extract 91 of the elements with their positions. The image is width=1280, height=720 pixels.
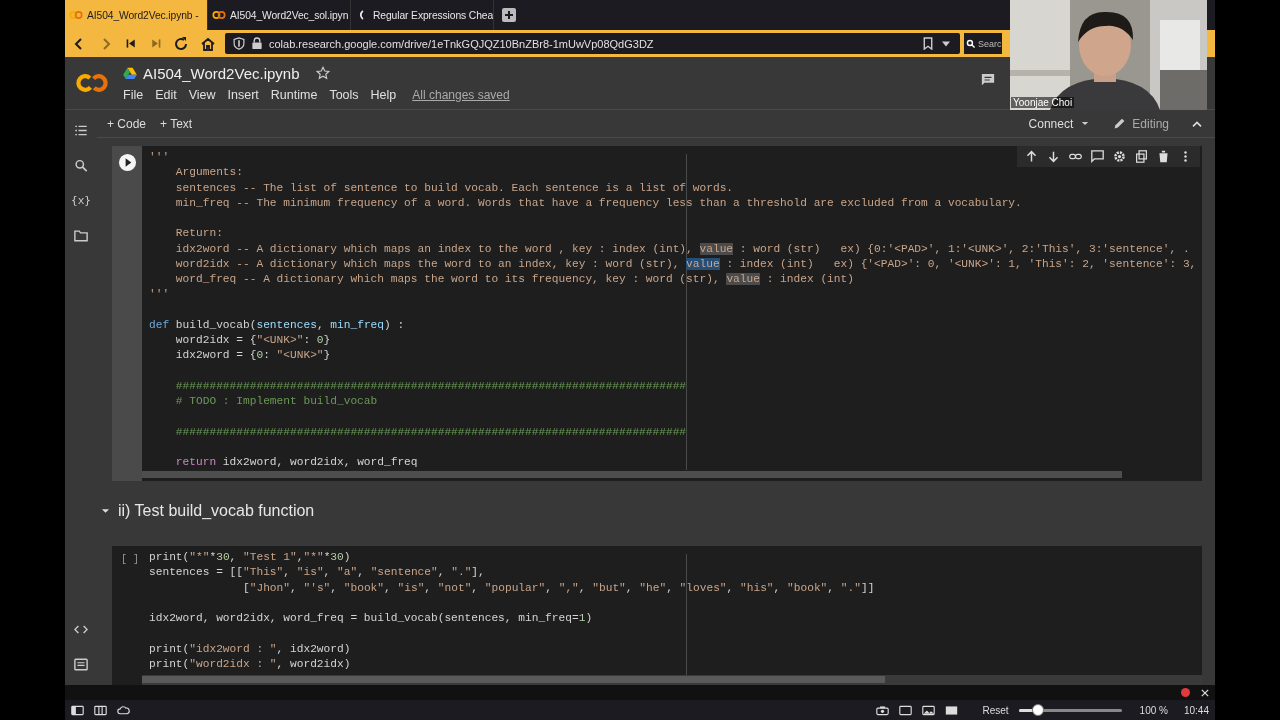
- code-cell[interactable]: [112, 546, 1202, 685]
- reload-icon[interactable]: [173, 35, 189, 52]
- code-line: idx2word = {0: "<UNK>"}: [174, 348, 331, 364]
- terminal-icon[interactable]: [74, 658, 88, 671]
- code-line: ''': [149, 150, 170, 165]
- menu-item[interactable]: Edit: [155, 87, 183, 102]
- comment-icon[interactable]: [981, 73, 995, 87]
- section-heading: ii) Test build_vocab function: [118, 501, 315, 520]
- menu-item[interactable]: View: [188, 87, 222, 102]
- code-line: min_freq -- The minimum frequency of a word. Words that have a frequency less than a threshold are excluded from a vocabulary.: [174, 195, 1022, 211]
- home-icon[interactable]: [200, 35, 216, 52]
- close-icon[interactable]: [1201, 688, 1209, 697]
- skip-forward-icon[interactable]: [149, 37, 162, 50]
- camera-icon[interactable]: [876, 704, 890, 716]
- mirror-cell-icon[interactable]: [1135, 150, 1148, 163]
- pencil-icon: [1113, 117, 1127, 130]
- code-line: ["Jhon", "'s", "book", "is", "not", "popular", ",", "but", "he", "loves", "his", "book", "."]]: [242, 580, 875, 596]
- code-line: word_freq -- A dictionary which maps the word to its frequency, key : word (str), value : index (int): [174, 272, 854, 287]
- search-icon[interactable]: [74, 159, 88, 172]
- sidebar-panel-icon[interactable]: [71, 704, 84, 716]
- menu-item[interactable]: Help: [370, 87, 403, 102]
- menu-item[interactable]: Insert: [227, 87, 265, 102]
- horizontal-scrollbar[interactable]: [142, 676, 885, 683]
- window-icon[interactable]: [899, 704, 913, 716]
- code-icon[interactable]: [74, 623, 88, 636]
- new-tab-icon[interactable]: [502, 8, 516, 22]
- reset-zoom-button[interactable]: Reset: [982, 704, 1009, 716]
- save-status-link[interactable]: All changes saved: [412, 87, 510, 102]
- code-line: ############################################################################: [174, 424, 687, 440]
- run-button[interactable]: [117, 153, 137, 172]
- colab-logo-icon: [212, 10, 226, 20]
- code-line: word2idx = {"<UNK>": 0}: [174, 333, 331, 348]
- menu-item[interactable]: Tools: [329, 87, 365, 102]
- collapse-caret-icon[interactable]: [101, 507, 110, 514]
- star-icon[interactable]: [315, 66, 330, 80]
- zoom-level: 100 %: [1139, 704, 1168, 716]
- variables-button[interactable]: {x}: [71, 194, 91, 207]
- add-cell-button[interactable]: + Code: [107, 116, 147, 131]
- code-line: Arguments:: [174, 165, 243, 181]
- move-up-icon[interactable]: [1025, 150, 1038, 163]
- code-line: return idx2word, word2idx, word_freq: [174, 455, 418, 470]
- code-line: ''': [149, 287, 170, 303]
- bookmark-icon[interactable]: [922, 37, 934, 50]
- colab-logo-icon[interactable]: [75, 72, 109, 94]
- code-line: sentences = [["This", "is", "a", "sentence", "."],: [149, 565, 485, 581]
- collapse-icon[interactable]: [1191, 119, 1203, 128]
- horizontal-scrollbar[interactable]: [142, 471, 1122, 478]
- editing-status[interactable]: Editing: [1132, 116, 1169, 131]
- clock: 10:44: [1183, 704, 1209, 716]
- connect-button[interactable]: Connect: [1028, 116, 1074, 131]
- fullscreen-icon[interactable]: [945, 704, 959, 716]
- address-bar[interactable]: colab.research.google.com/drive/1eTnkGQJQZ10BnZBr8-1mUwVp08QdG3DZ: [225, 33, 960, 54]
- code-line: idx2word -- A dictionary which maps an index to the word , key : index (int), value : word (str) ex) {0:'<PAD>', 1:'<UNK>', 2:'This', 3:'sentence', .: [174, 241, 1190, 257]
- notebook-title[interactable]: AI504_Word2Vec.ipynb: [143, 64, 300, 82]
- caret-icon[interactable]: [1081, 121, 1090, 126]
- code-cell[interactable]: [112, 146, 1202, 481]
- code-line: word2idx -- A dictionary which maps the word to an index, key : word (str), value : index (int) ex) {'<PAD>': 0, '<UNK>': 1, 'This': 2, 'sentence': 3,: [174, 256, 1197, 272]
- code-line: def build_vocab(sentences, min_freq) :: [149, 317, 405, 333]
- menu-item[interactable]: File: [123, 87, 150, 102]
- table-of-contents-icon[interactable]: [74, 124, 88, 137]
- browser-tab[interactable]: AI504_Word2Vec.ipynb -: [65, 0, 208, 30]
- code-line: print("idx2word : ", idx2word): [149, 641, 351, 657]
- colab-logo-icon: [69, 10, 83, 20]
- code-line: print("word2idx : ", word2idx): [149, 656, 351, 672]
- drive-icon: [123, 67, 137, 79]
- code-line: # TODO : Implement build_vocab: [174, 394, 378, 409]
- image-icon[interactable]: [922, 704, 936, 716]
- code-line: sentences -- The list of sentence to build vocab. Each sentence is a list of words.: [174, 180, 734, 196]
- recording-dot-icon: [1181, 688, 1190, 697]
- settings-icon[interactable]: [1113, 150, 1126, 163]
- add-cell-button[interactable]: + Text: [160, 116, 193, 131]
- slider-thumb[interactable]: [1032, 703, 1045, 716]
- execution-count[interactable]: [ ]: [121, 554, 139, 566]
- code-line: ############################################################################: [174, 378, 687, 394]
- code-line: print("*"*30, "Test 1","*"*30): [149, 550, 351, 565]
- comment-icon[interactable]: [1091, 150, 1104, 163]
- menu-item[interactable]: Runtime: [270, 87, 324, 102]
- delete-icon[interactable]: [1157, 150, 1170, 163]
- code-line: idx2word, word2idx, word_freq = build_vocab(sentences, min_freq=1): [149, 611, 593, 626]
- participant-name: Yoonjae Choi: [1011, 97, 1075, 108]
- code-line: Return:: [174, 226, 223, 242]
- search-input[interactable]: Searc: [978, 38, 1002, 49]
- search-icon: [966, 38, 976, 49]
- move-down-icon[interactable]: [1047, 150, 1060, 163]
- cloud-icon[interactable]: [117, 704, 130, 716]
- columns-icon[interactable]: [94, 704, 107, 716]
- lock-icon: [251, 37, 263, 50]
- folder-icon[interactable]: [74, 229, 88, 242]
- skip-back-icon[interactable]: [125, 37, 138, 50]
- shield-icon: [233, 37, 245, 50]
- search-field[interactable]: Searc: [964, 33, 1002, 54]
